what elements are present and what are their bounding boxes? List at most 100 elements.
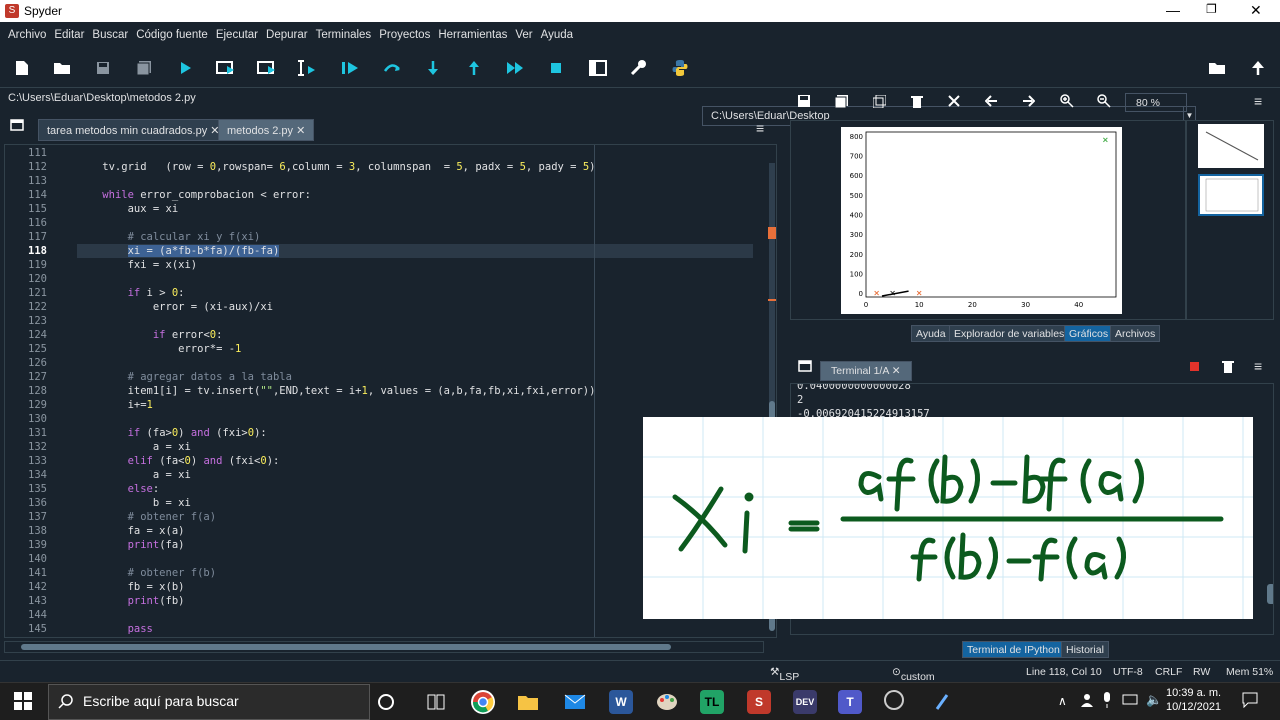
menu-proyectos[interactable]: Proyectos	[375, 29, 434, 41]
menu-depurar[interactable]: Depurar	[262, 29, 312, 41]
menu-ver[interactable]: Ver	[511, 29, 536, 41]
microphone-icon[interactable]	[1102, 692, 1112, 711]
people-icon[interactable]	[1080, 693, 1094, 710]
menu-terminales[interactable]: Terminales	[312, 29, 376, 41]
save-all-icon[interactable]	[134, 58, 154, 78]
teams-icon[interactable]: T	[838, 690, 862, 714]
parent-directory-icon[interactable]	[1248, 58, 1268, 78]
interrupt-kernel-icon[interactable]	[1190, 362, 1199, 371]
minimize-button[interactable]: —	[1166, 2, 1180, 18]
menu-buscar[interactable]: Buscar	[88, 29, 132, 41]
code-line: while error_comprobacion < error:	[102, 189, 311, 201]
tab-terminal-1a[interactable]: Terminal 1/A ✕	[820, 361, 912, 381]
menu-archivo[interactable]: Archivo	[4, 29, 50, 41]
previous-plot-icon[interactable]	[984, 95, 998, 110]
run-selection-icon[interactable]	[298, 58, 318, 78]
new-file-icon[interactable]	[12, 58, 32, 78]
tab-graficos[interactable]: Gráficos	[1064, 325, 1114, 342]
maximize-pane-icon[interactable]	[588, 58, 608, 78]
scrollbar-thumb[interactable]	[21, 644, 671, 650]
editor-options-menu-icon[interactable]: ≡	[756, 120, 764, 136]
file-explorer-icon[interactable]	[516, 690, 540, 714]
tab-terminal-ipython[interactable]: Terminal de IPython	[962, 641, 1065, 658]
system-clock[interactable]: 10:39 a. m. 10/12/2021	[1166, 686, 1221, 714]
menu-ejecutar[interactable]: Ejecutar	[212, 29, 262, 41]
zoom-in-icon[interactable]	[1060, 94, 1074, 111]
line-number: 115	[28, 203, 47, 215]
browse-terminal-tabs-icon[interactable]	[798, 360, 812, 375]
line-number: 129	[28, 399, 47, 411]
tab-archivos[interactable]: Archivos	[1110, 325, 1161, 342]
terminal-tab-label: Terminal 1/A	[831, 365, 889, 377]
delete-all-plots-icon[interactable]	[948, 95, 960, 110]
spyder-taskbar-icon[interactable]: S	[747, 690, 771, 714]
python-path-icon[interactable]	[670, 58, 690, 78]
terminal-options-menu-icon[interactable]: ≡	[1254, 358, 1262, 374]
next-plot-icon[interactable]	[1022, 95, 1036, 110]
windows-start-icon[interactable]	[14, 692, 32, 713]
pycharm-icon[interactable]: TL	[700, 690, 724, 714]
mail-icon[interactable]	[563, 690, 587, 714]
code-line: elif (fa<0) and (fxi<0):	[127, 455, 280, 467]
close-terminal-tab-icon[interactable]: ✕	[892, 365, 901, 377]
remove-terminal-icon[interactable]	[1222, 360, 1234, 376]
run-icon[interactable]	[176, 58, 196, 78]
editor-horizontal-scrollbar[interactable]	[4, 641, 764, 653]
obs-icon[interactable]	[884, 690, 904, 710]
step-return-icon[interactable]	[464, 58, 484, 78]
plot-thumbnail[interactable]	[1198, 124, 1264, 168]
save-icon[interactable]	[93, 58, 113, 78]
browse-folder-icon[interactable]	[1207, 58, 1227, 78]
save-all-plots-icon[interactable]	[834, 95, 848, 111]
save-plot-icon[interactable]	[798, 95, 810, 110]
browse-tabs-icon[interactable]	[10, 119, 24, 134]
chevron-up-icon[interactable]: ∧	[1058, 694, 1067, 708]
taskbar-search-input[interactable]: Escribe aquí para buscar	[48, 684, 370, 720]
close-button[interactable]: ✕	[1250, 2, 1262, 19]
run-cell-advance-icon[interactable]	[257, 58, 277, 78]
step-over-icon[interactable]	[382, 58, 402, 78]
cortana-icon[interactable]	[378, 694, 394, 710]
menu-ayuda[interactable]: Ayuda	[537, 29, 577, 41]
plots-options-menu-icon[interactable]: ≡	[1254, 93, 1262, 109]
notifications-icon[interactable]	[1242, 692, 1258, 711]
menu-codigo-fuente[interactable]: Código fuente	[132, 29, 212, 41]
paint-icon[interactable]	[655, 690, 679, 714]
tab-historial[interactable]: Historial	[1061, 641, 1109, 658]
console-scrollbar-thumb[interactable]	[1267, 584, 1273, 604]
stop-icon[interactable]	[546, 58, 566, 78]
preferences-wrench-icon[interactable]	[628, 58, 648, 78]
run-cell-icon[interactable]	[216, 58, 236, 78]
close-tab-icon[interactable]: ✕	[296, 125, 305, 137]
menu-herramientas[interactable]: Herramientas	[434, 29, 511, 41]
handwritten-formula-image	[643, 417, 1253, 619]
debug-icon[interactable]	[340, 58, 360, 78]
tab-metodos-2[interactable]: metodos 2.py ✕	[218, 119, 315, 141]
pen-icon[interactable]	[930, 690, 954, 714]
chrome-icon[interactable]	[471, 690, 495, 714]
warning-marker	[768, 299, 776, 301]
delete-plot-icon[interactable]	[911, 95, 923, 111]
maximize-button[interactable]: ❐	[1206, 2, 1217, 16]
volume-icon[interactable]: 🔈	[1146, 692, 1162, 708]
line-number: 117	[28, 231, 47, 243]
word-icon[interactable]: W	[609, 690, 633, 714]
devcpp-icon[interactable]: DEV	[793, 690, 817, 714]
code-line: print(fb)	[127, 595, 185, 607]
tab-explorador-de-variables[interactable]: Explorador de variables	[949, 325, 1070, 342]
copy-plot-icon[interactable]	[872, 94, 887, 111]
step-into-icon[interactable]	[423, 58, 443, 78]
line-number: 120	[28, 273, 47, 285]
python-env-status[interactable]: ⊙ custom (Python 3.7.9)	[892, 666, 937, 707]
continue-icon[interactable]	[505, 58, 525, 78]
zoom-level-input[interactable]: 80 %	[1125, 93, 1187, 112]
tab-ayuda[interactable]: Ayuda	[911, 325, 951, 342]
menu-editar[interactable]: Editar	[50, 29, 88, 41]
plot-thumbnail-selected[interactable]	[1198, 174, 1264, 216]
task-view-icon[interactable]	[424, 690, 448, 714]
open-file-icon[interactable]	[52, 58, 72, 78]
tab-tarea-metodos[interactable]: tarea metodos min cuadrados.py ✕	[38, 119, 229, 141]
x-tick-label: 20	[968, 301, 977, 309]
zoom-out-icon[interactable]	[1097, 94, 1111, 111]
network-icon[interactable]	[1122, 694, 1138, 709]
